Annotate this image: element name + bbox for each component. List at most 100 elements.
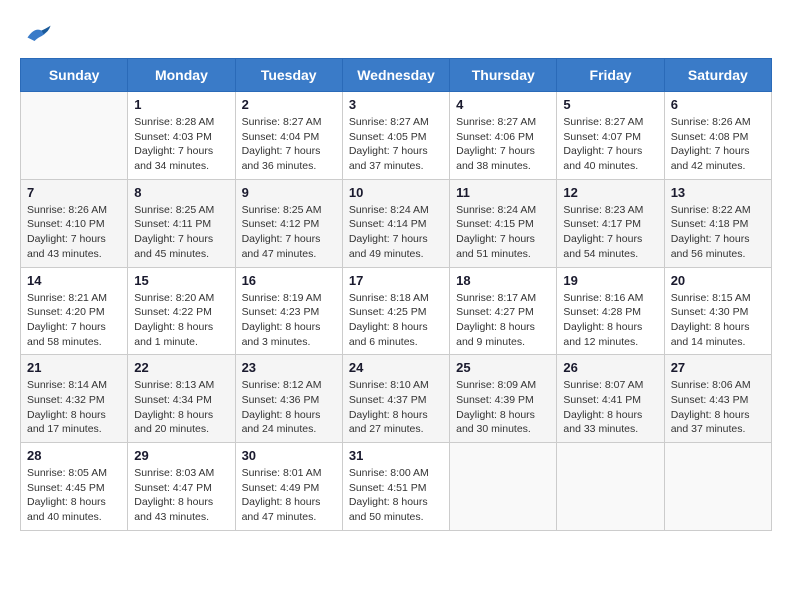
day-info: Sunrise: 8:06 AM Sunset: 4:43 PM Dayligh… <box>671 378 765 437</box>
day-number: 26 <box>563 360 657 375</box>
calendar-cell <box>557 443 664 531</box>
day-number: 3 <box>349 97 443 112</box>
day-info: Sunrise: 8:12 AM Sunset: 4:36 PM Dayligh… <box>242 378 336 437</box>
day-info: Sunrise: 8:27 AM Sunset: 4:05 PM Dayligh… <box>349 115 443 174</box>
day-number: 10 <box>349 185 443 200</box>
day-of-week-saturday: Saturday <box>664 59 771 92</box>
day-info: Sunrise: 8:24 AM Sunset: 4:14 PM Dayligh… <box>349 203 443 262</box>
day-info: Sunrise: 8:27 AM Sunset: 4:06 PM Dayligh… <box>456 115 550 174</box>
calendar-cell: 7Sunrise: 8:26 AM Sunset: 4:10 PM Daylig… <box>21 179 128 267</box>
calendar-cell: 31 Sunrise: 8:00 AM Sunset: 4:51 PM Dayli… <box>342 443 449 531</box>
calendar-cell: 15 Sunrise: 8:20 AM Sunset: 4:22 PM Dayli… <box>128 267 235 355</box>
calendar-cell: 26 Sunrise: 8:07 AM Sunset: 4:41 PM Dayli… <box>557 355 664 443</box>
calendar-cell: 30 Sunrise: 8:01 AM Sunset: 4:49 PM Dayli… <box>235 443 342 531</box>
day-number: 31 <box>349 448 443 463</box>
calendar-cell: 13Sunrise: 8:22 AM Sunset: 4:18 PM Dayli… <box>664 179 771 267</box>
day-number: 17 <box>349 273 443 288</box>
logo <box>20 20 52 48</box>
day-number: 25 <box>456 360 550 375</box>
calendar-cell: 3 Sunrise: 8:27 AM Sunset: 4:05 PM Daylig… <box>342 92 449 180</box>
day-info: Sunrise: 8:26 AM Sunset: 4:08 PM Dayligh… <box>671 115 765 174</box>
day-info: Sunrise: 8:26 AM Sunset: 4:10 PM Dayligh… <box>27 203 121 262</box>
calendar-week-row: 28 Sunrise: 8:05 AM Sunset: 4:45 PM Dayli… <box>21 443 772 531</box>
calendar-cell: 18 Sunrise: 8:17 AM Sunset: 4:27 PM Dayli… <box>450 267 557 355</box>
day-number: 2 <box>242 97 336 112</box>
calendar-cell: 4Sunrise: 8:27 AM Sunset: 4:06 PM Daylig… <box>450 92 557 180</box>
day-number: 28 <box>27 448 121 463</box>
day-info: Sunrise: 8:27 AM Sunset: 4:07 PM Dayligh… <box>563 115 657 174</box>
day-of-week-friday: Friday <box>557 59 664 92</box>
calendar-cell: 1Sunrise: 8:28 AM Sunset: 4:03 PM Daylig… <box>128 92 235 180</box>
day-info: Sunrise: 8:19 AM Sunset: 4:23 PM Dayligh… <box>242 291 336 350</box>
day-info: Sunrise: 8:17 AM Sunset: 4:27 PM Dayligh… <box>456 291 550 350</box>
calendar-cell: 21Sunrise: 8:14 AM Sunset: 4:32 PM Dayli… <box>21 355 128 443</box>
day-number: 11 <box>456 185 550 200</box>
days-of-week-row: SundayMondayTuesdayWednesdayThursdayFrid… <box>21 59 772 92</box>
day-number: 18 <box>456 273 550 288</box>
calendar-week-row: 14 Sunrise: 8:21 AM Sunset: 4:20 PM Dayli… <box>21 267 772 355</box>
day-number: 27 <box>671 360 765 375</box>
calendar-week-row: 1Sunrise: 8:28 AM Sunset: 4:03 PM Daylig… <box>21 92 772 180</box>
day-info: Sunrise: 8:07 AM Sunset: 4:41 PM Dayligh… <box>563 378 657 437</box>
day-of-week-monday: Monday <box>128 59 235 92</box>
calendar-cell <box>21 92 128 180</box>
day-info: Sunrise: 8:21 AM Sunset: 4:20 PM Dayligh… <box>27 291 121 350</box>
day-info: Sunrise: 8:15 AM Sunset: 4:30 PM Dayligh… <box>671 291 765 350</box>
calendar-cell: 11 Sunrise: 8:24 AM Sunset: 4:15 PM Dayli… <box>450 179 557 267</box>
calendar-cell: 29 Sunrise: 8:03 AM Sunset: 4:47 PM Dayli… <box>128 443 235 531</box>
day-info: Sunrise: 8:23 AM Sunset: 4:17 PM Dayligh… <box>563 203 657 262</box>
day-number: 30 <box>242 448 336 463</box>
day-number: 29 <box>134 448 228 463</box>
calendar-cell: 10 Sunrise: 8:24 AM Sunset: 4:14 PM Dayli… <box>342 179 449 267</box>
calendar-header: SundayMondayTuesdayWednesdayThursdayFrid… <box>21 59 772 92</box>
day-info: Sunrise: 8:05 AM Sunset: 4:45 PM Dayligh… <box>27 466 121 525</box>
calendar-cell: 5 Sunrise: 8:27 AM Sunset: 4:07 PM Daylig… <box>557 92 664 180</box>
day-of-week-sunday: Sunday <box>21 59 128 92</box>
day-number: 9 <box>242 185 336 200</box>
calendar-cell: 6 Sunrise: 8:26 AM Sunset: 4:08 PM Daylig… <box>664 92 771 180</box>
calendar-cell: 2 Sunrise: 8:27 AM Sunset: 4:04 PM Daylig… <box>235 92 342 180</box>
calendar-week-row: 7Sunrise: 8:26 AM Sunset: 4:10 PM Daylig… <box>21 179 772 267</box>
calendar-cell: 25Sunrise: 8:09 AM Sunset: 4:39 PM Dayli… <box>450 355 557 443</box>
calendar-cell <box>664 443 771 531</box>
day-info: Sunrise: 8:20 AM Sunset: 4:22 PM Dayligh… <box>134 291 228 350</box>
day-number: 23 <box>242 360 336 375</box>
day-of-week-wednesday: Wednesday <box>342 59 449 92</box>
calendar-table: SundayMondayTuesdayWednesdayThursdayFrid… <box>20 58 772 531</box>
day-info: Sunrise: 8:24 AM Sunset: 4:15 PM Dayligh… <box>456 203 550 262</box>
day-number: 20 <box>671 273 765 288</box>
day-info: Sunrise: 8:27 AM Sunset: 4:04 PM Dayligh… <box>242 115 336 174</box>
day-info: Sunrise: 8:25 AM Sunset: 4:12 PM Dayligh… <box>242 203 336 262</box>
day-info: Sunrise: 8:18 AM Sunset: 4:25 PM Dayligh… <box>349 291 443 350</box>
calendar-cell: 8Sunrise: 8:25 AM Sunset: 4:11 PM Daylig… <box>128 179 235 267</box>
page-header <box>20 20 772 48</box>
day-of-week-thursday: Thursday <box>450 59 557 92</box>
calendar-cell: 24 Sunrise: 8:10 AM Sunset: 4:37 PM Dayli… <box>342 355 449 443</box>
day-number: 1 <box>134 97 228 112</box>
calendar-cell: 19Sunrise: 8:16 AM Sunset: 4:28 PM Dayli… <box>557 267 664 355</box>
day-info: Sunrise: 8:22 AM Sunset: 4:18 PM Dayligh… <box>671 203 765 262</box>
day-number: 14 <box>27 273 121 288</box>
calendar-cell: 20 Sunrise: 8:15 AM Sunset: 4:30 PM Dayli… <box>664 267 771 355</box>
day-of-week-tuesday: Tuesday <box>235 59 342 92</box>
day-number: 15 <box>134 273 228 288</box>
day-number: 6 <box>671 97 765 112</box>
calendar-week-row: 21Sunrise: 8:14 AM Sunset: 4:32 PM Dayli… <box>21 355 772 443</box>
day-info: Sunrise: 8:13 AM Sunset: 4:34 PM Dayligh… <box>134 378 228 437</box>
day-number: 5 <box>563 97 657 112</box>
day-info: Sunrise: 8:10 AM Sunset: 4:37 PM Dayligh… <box>349 378 443 437</box>
calendar-body: 1Sunrise: 8:28 AM Sunset: 4:03 PM Daylig… <box>21 92 772 531</box>
calendar-cell: 17 Sunrise: 8:18 AM Sunset: 4:25 PM Dayli… <box>342 267 449 355</box>
day-info: Sunrise: 8:00 AM Sunset: 4:51 PM Dayligh… <box>349 466 443 525</box>
calendar-cell: 23 Sunrise: 8:12 AM Sunset: 4:36 PM Dayli… <box>235 355 342 443</box>
day-number: 12 <box>563 185 657 200</box>
day-info: Sunrise: 8:01 AM Sunset: 4:49 PM Dayligh… <box>242 466 336 525</box>
day-info: Sunrise: 8:03 AM Sunset: 4:47 PM Dayligh… <box>134 466 228 525</box>
calendar-cell: 16Sunrise: 8:19 AM Sunset: 4:23 PM Dayli… <box>235 267 342 355</box>
calendar-cell: 9 Sunrise: 8:25 AM Sunset: 4:12 PM Daylig… <box>235 179 342 267</box>
calendar-cell <box>450 443 557 531</box>
day-number: 24 <box>349 360 443 375</box>
day-number: 21 <box>27 360 121 375</box>
day-number: 22 <box>134 360 228 375</box>
calendar-cell: 14 Sunrise: 8:21 AM Sunset: 4:20 PM Dayli… <box>21 267 128 355</box>
